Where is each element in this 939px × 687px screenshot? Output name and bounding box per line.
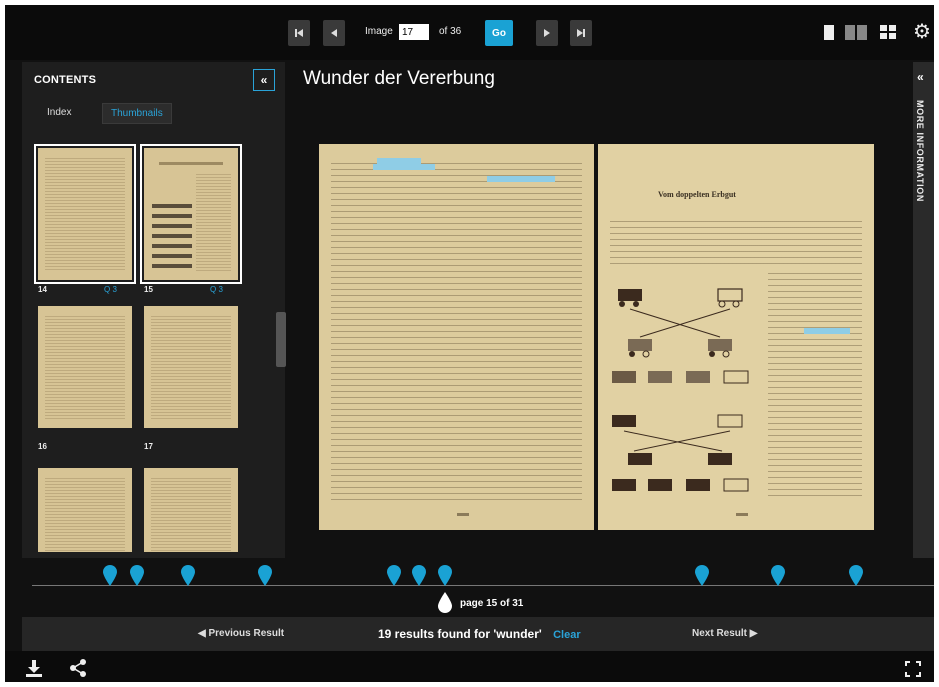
search-hit-pin-icon[interactable] <box>437 564 453 586</box>
search-hit-pin-icon[interactable] <box>694 564 710 586</box>
clear-search-button[interactable]: Clear <box>553 629 581 641</box>
results-count-text: 19 results found for 'wunder' <box>378 627 542 641</box>
search-hit-pin-icon[interactable] <box>411 564 427 586</box>
first-page-button[interactable] <box>288 20 310 46</box>
thumbnail-page-19[interactable] <box>144 468 238 552</box>
tab-index[interactable]: Index <box>39 103 79 122</box>
results-summary: 19 results found for 'wunder' Clear <box>378 627 581 641</box>
search-hit-pin-icon[interactable] <box>180 564 196 586</box>
viewer-frame: Image of 36 Go ⚙ CONTENTS « Index Thumbn… <box>0 0 939 687</box>
download-icon[interactable] <box>25 659 43 677</box>
bottom-toolbar <box>5 651 934 682</box>
next-page-button[interactable] <box>536 20 558 46</box>
contents-panel: CONTENTS « Index Thumbnails 14 Q 3 15 Q … <box>22 62 286 558</box>
thumbnail-label: 17 <box>144 442 153 451</box>
grid-view-icon[interactable] <box>880 25 897 40</box>
document-title: Wunder der Vererbung <box>303 68 495 89</box>
book-page-right: Vom doppelten Erbgut <box>598 144 874 530</box>
top-toolbar: Image of 36 Go ⚙ <box>5 5 934 60</box>
book-page-left <box>319 144 594 530</box>
expand-info-button[interactable]: « <box>917 70 924 84</box>
search-highlight[interactable] <box>373 164 435 170</box>
search-hit-pin-icon[interactable] <box>257 564 273 586</box>
thumbnail-page-18[interactable] <box>38 468 132 552</box>
thumb-diagram <box>152 198 192 268</box>
page-text-lines <box>45 476 125 552</box>
last-page-button[interactable] <box>570 20 592 46</box>
page-heading: Vom doppelten Erbgut <box>658 190 736 199</box>
page-text-lines <box>331 158 582 500</box>
last-page-icon <box>577 29 585 37</box>
search-results-bar: ◀ Previous Result 19 results found for '… <box>22 617 934 651</box>
thumbnail-scrollbar[interactable] <box>276 312 286 367</box>
image-number-input[interactable] <box>399 24 429 40</box>
prev-page-button[interactable] <box>323 20 345 46</box>
search-hit-pin-icon[interactable] <box>386 564 402 586</box>
page-number-mark <box>736 513 748 516</box>
thumbnail-hit-count: Q 3 <box>210 285 223 294</box>
search-hit-pin-icon[interactable] <box>129 564 145 586</box>
search-highlight[interactable] <box>487 176 555 182</box>
tab-thumbnails[interactable]: Thumbnails <box>102 103 172 124</box>
inheritance-diagram <box>612 288 749 492</box>
search-hit-pin-icon[interactable] <box>848 564 864 586</box>
collapse-contents-button[interactable]: « <box>253 69 275 91</box>
thumbnail-page-17[interactable] <box>144 306 238 428</box>
image-total: of 36 <box>439 26 462 37</box>
previous-result-button[interactable]: ◀ Previous Result <box>198 628 284 639</box>
next-page-icon <box>544 29 550 37</box>
image-label: Image <box>365 26 393 37</box>
page-indicator: page 15 of 31 <box>460 598 524 609</box>
page-number-mark <box>456 513 469 516</box>
thumbnail-label: 14 <box>38 285 47 294</box>
fullscreen-icon[interactable] <box>905 661 921 677</box>
thumbnail-page-15[interactable] <box>140 144 242 284</box>
two-page-view-icon[interactable] <box>845 25 867 40</box>
thumbnail-hit-count: Q 3 <box>104 285 117 294</box>
current-page-marker-icon[interactable] <box>437 592 453 614</box>
prev-page-icon <box>331 29 337 37</box>
page-text-lines <box>610 216 862 264</box>
thumbnail-list: 14 Q 3 15 Q 3 16 17 <box>32 142 264 552</box>
gear-icon[interactable]: ⚙ <box>913 19 931 44</box>
page-text-lines <box>196 172 231 272</box>
page-text-lines <box>45 156 125 272</box>
thumbnail-page-16[interactable] <box>38 306 132 428</box>
more-information-panel[interactable]: « MORE INFORMATION <box>913 62 934 558</box>
search-highlight[interactable] <box>804 328 850 334</box>
next-result-button[interactable]: Next Result ▶ <box>692 628 757 639</box>
page-timeline[interactable] <box>32 585 934 586</box>
page-text-lines <box>768 268 862 498</box>
page-text-lines <box>45 314 125 420</box>
page-text-lines <box>151 314 231 420</box>
search-hit-pin-icon[interactable] <box>770 564 786 586</box>
more-information-label[interactable]: MORE INFORMATION <box>915 100 925 202</box>
thumbnail-label: 15 <box>144 285 153 294</box>
page-text-lines <box>151 476 231 552</box>
share-icon[interactable] <box>69 659 87 677</box>
search-hit-pin-icon[interactable] <box>102 564 118 586</box>
go-button[interactable]: Go <box>485 20 513 46</box>
thumbnail-page-14[interactable] <box>34 144 136 284</box>
single-page-view-icon[interactable] <box>823 25 835 40</box>
thumb-heading <box>159 162 223 165</box>
thumbnail-label: 16 <box>38 442 47 451</box>
first-page-icon <box>295 29 303 37</box>
contents-title: CONTENTS <box>34 74 97 86</box>
